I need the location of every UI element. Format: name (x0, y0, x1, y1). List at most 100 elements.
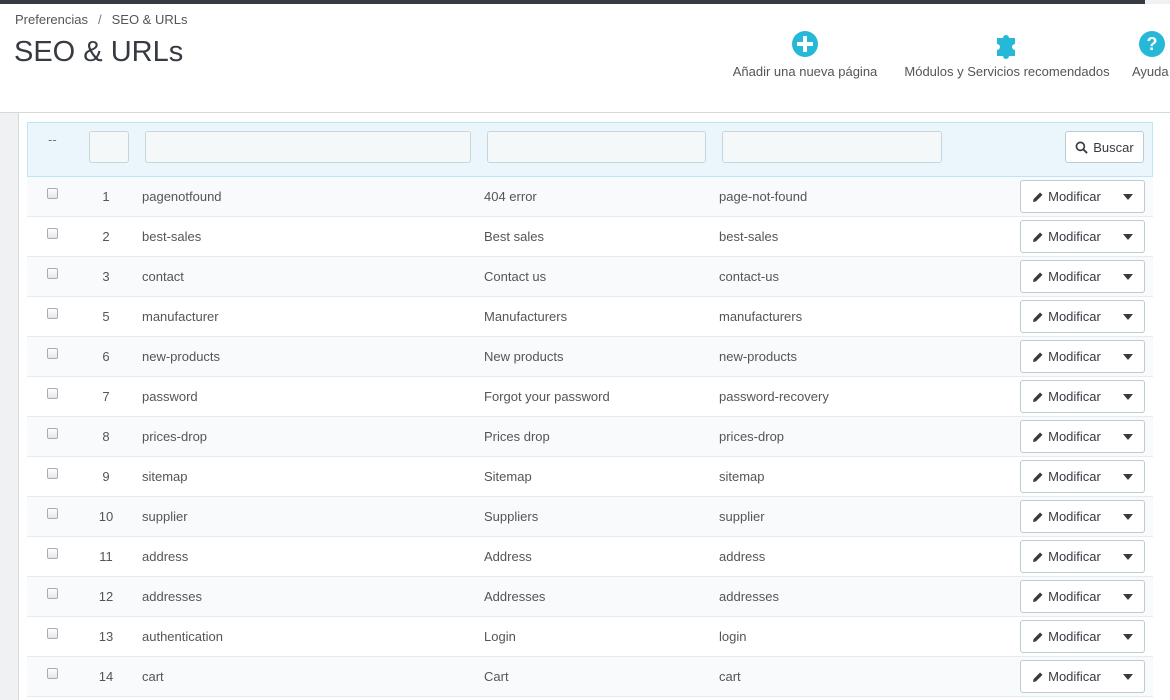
row-checkbox[interactable] (47, 628, 58, 639)
pencil-icon (1033, 432, 1043, 442)
row-page: password (142, 389, 198, 404)
row-checkbox[interactable] (47, 308, 58, 319)
row-checkbox[interactable] (47, 348, 58, 359)
add-page-button[interactable]: Añadir una nueva página (728, 28, 882, 79)
pencil-icon (1033, 232, 1043, 242)
row-checkbox[interactable] (47, 428, 58, 439)
edit-button[interactable]: Modificar (1021, 181, 1112, 212)
row-actions-dropdown[interactable] (1112, 181, 1144, 212)
row-actions-dropdown[interactable] (1112, 221, 1144, 252)
pencil-icon (1033, 352, 1043, 362)
row-actions: Modificar (1020, 420, 1145, 453)
row-checkbox[interactable] (47, 388, 58, 399)
pencil-icon (1033, 592, 1043, 602)
row-url: new-products (719, 349, 798, 364)
filter-url-input[interactable] (722, 131, 942, 163)
edit-button[interactable]: Modificar (1021, 261, 1112, 292)
edit-button-label: Modificar (1048, 629, 1101, 644)
row-checkbox[interactable] (47, 548, 58, 559)
recommended-modules-label: Módulos y Servicios recomendados (904, 64, 1110, 79)
question-circle-icon: ? (1139, 31, 1165, 57)
caret-down-icon (1123, 593, 1133, 600)
row-actions-dropdown[interactable] (1112, 541, 1144, 572)
edit-button-label: Modificar (1048, 389, 1101, 404)
row-checkbox[interactable] (47, 508, 58, 519)
row-page: cart (142, 669, 164, 684)
edit-button-label: Modificar (1048, 349, 1101, 364)
row-page: addresses (142, 589, 202, 604)
row-title: Addresses (484, 589, 546, 604)
row-actions-dropdown[interactable] (1112, 261, 1144, 292)
edit-button[interactable]: Modificar (1021, 461, 1112, 492)
edit-button-label: Modificar (1048, 429, 1101, 444)
filter-page-input[interactable] (145, 131, 471, 163)
row-actions-dropdown[interactable] (1112, 581, 1144, 612)
row-checkbox[interactable] (47, 268, 58, 279)
row-id: 9 (102, 469, 110, 484)
edit-button[interactable]: Modificar (1021, 501, 1112, 532)
edit-button[interactable]: Modificar (1021, 341, 1112, 372)
table-row: 8 prices-drop Prices drop prices-drop Mo… (27, 417, 1153, 457)
row-actions-dropdown[interactable] (1112, 381, 1144, 412)
row-actions-dropdown[interactable] (1112, 661, 1144, 692)
table-row: 3 contact Contact us contact-us Modifica… (27, 257, 1153, 297)
row-url: contact-us (719, 269, 779, 284)
row-actions-dropdown[interactable] (1112, 301, 1144, 332)
filter-id-input[interactable] (89, 131, 129, 163)
row-page: sitemap (142, 469, 188, 484)
table-body: 1 pagenotfound 404 error page-not-found … (27, 177, 1153, 697)
edit-button[interactable]: Modificar (1021, 541, 1112, 572)
breadcrumb-separator: / (97, 12, 102, 27)
row-checkbox[interactable] (47, 668, 58, 679)
row-id: 5 (102, 309, 110, 324)
row-actions: Modificar (1020, 460, 1145, 493)
edit-button[interactable]: Modificar (1021, 301, 1112, 332)
row-actions: Modificar (1020, 220, 1145, 253)
breadcrumb-parent[interactable]: Preferencias (15, 12, 88, 27)
row-actions-dropdown[interactable] (1112, 621, 1144, 652)
caret-down-icon (1123, 673, 1133, 680)
edit-button-label: Modificar (1048, 549, 1101, 564)
pencil-icon (1033, 312, 1043, 322)
row-page: contact (142, 269, 184, 284)
row-actions: Modificar (1020, 660, 1145, 693)
caret-down-icon (1123, 393, 1133, 400)
row-actions-dropdown[interactable] (1112, 461, 1144, 492)
row-actions: Modificar (1020, 300, 1145, 333)
help-button[interactable]: ? Ayuda (1132, 28, 1170, 79)
search-button[interactable]: Buscar (1065, 131, 1144, 163)
row-checkbox[interactable] (47, 188, 58, 199)
row-checkbox[interactable] (47, 588, 58, 599)
edit-button[interactable]: Modificar (1021, 621, 1112, 652)
row-page: pagenotfound (142, 189, 222, 204)
row-url: sitemap (719, 469, 765, 484)
row-actions-dropdown[interactable] (1112, 501, 1144, 532)
edit-button-label: Modificar (1048, 509, 1101, 524)
row-checkbox[interactable] (47, 228, 58, 239)
row-actions-dropdown[interactable] (1112, 341, 1144, 372)
table-row: 10 supplier Suppliers supplier Modificar (27, 497, 1153, 537)
recommended-modules-button[interactable]: Módulos y Servicios recomendados (898, 28, 1116, 79)
row-id: 13 (98, 629, 114, 644)
row-actions-dropdown[interactable] (1112, 421, 1144, 452)
puzzle-icon (997, 35, 1015, 59)
edit-button[interactable]: Modificar (1021, 421, 1112, 452)
row-actions: Modificar (1020, 620, 1145, 653)
edit-button-label: Modificar (1048, 309, 1101, 324)
row-url: page-not-found (719, 189, 808, 204)
filter-title-input[interactable] (487, 131, 706, 163)
row-title: Contact us (484, 269, 547, 284)
row-checkbox[interactable] (47, 468, 58, 479)
edit-button-label: Modificar (1048, 669, 1101, 684)
edit-button[interactable]: Modificar (1021, 381, 1112, 412)
row-page: address (142, 549, 189, 564)
row-title: 404 error (484, 189, 537, 204)
row-title: Suppliers (484, 509, 539, 524)
edit-button[interactable]: Modificar (1021, 221, 1112, 252)
row-page: supplier (142, 509, 188, 524)
edit-button[interactable]: Modificar (1021, 581, 1112, 612)
pencil-icon (1033, 472, 1043, 482)
row-title: Cart (484, 669, 509, 684)
edit-button[interactable]: Modificar (1021, 661, 1112, 692)
row-page: new-products (142, 349, 221, 364)
